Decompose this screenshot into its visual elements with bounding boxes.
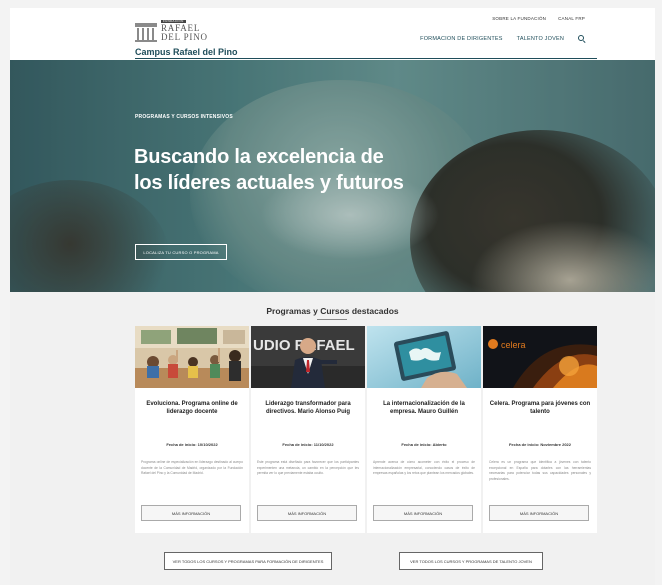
card-date: Fecha de inicio: Abierto — [401, 442, 447, 447]
card-title[interactable]: Evoluciona. Programa online de liderazgo… — [141, 400, 243, 416]
all-executive-programs-button[interactable]: VER TODOS LOS CURSOS Y PROGRAMAS PARA FO… — [164, 552, 332, 570]
logo-wordmark: FUNDACIÓN RAFAEL DEL PINO — [161, 20, 208, 42]
find-course-button[interactable]: LOCALIZA TU CURSO O PROGRAMA — [135, 244, 227, 260]
more-info-button[interactable]: MÁS INFORMACIÓN — [373, 505, 473, 521]
page: FUNDACIÓN RAFAEL DEL PINO Campus Rafael … — [10, 8, 655, 585]
header-divider — [135, 58, 597, 59]
hero-kicker: PROGRAMAS Y CURSOS INTENSIVOS — [135, 114, 233, 120]
program-card[interactable]: Evoluciona. Programa online de liderazgo… — [135, 326, 249, 533]
card-image-overlay-text: celera — [501, 340, 526, 350]
program-card[interactable]: UDIO RAFAEL Liderazgo transformador para… — [251, 326, 365, 533]
card-description: Aprende acerca de cómo acometer con éxit… — [373, 460, 475, 475]
all-young-talent-programs-button[interactable]: VER TODOS LOS CURSOS Y PROGRAMAS DE TALE… — [399, 552, 543, 570]
hero-title-line-2: los líderes actuales y futuros — [134, 172, 404, 194]
card-title[interactable]: Liderazgo transformador para directivos.… — [257, 400, 359, 416]
card-title[interactable]: Celera. Programa para jóvenes con talent… — [489, 400, 591, 416]
card-description: Celera es un programa que identifica a j… — [489, 460, 591, 481]
nav-sobre-la-fundacion[interactable]: SOBRE LA FUNDACIÓN — [492, 16, 546, 21]
site-logo[interactable]: FUNDACIÓN RAFAEL DEL PINO — [135, 15, 235, 47]
featured-divider — [317, 319, 347, 320]
featured-title: Programas y Cursos destacados — [266, 306, 399, 316]
program-card[interactable]: celera Celera. Programa para jóvenes con… — [483, 326, 597, 533]
nav-canal-frp[interactable]: CANAL FRP — [558, 16, 585, 21]
hero-title-line-1: Buscando la excelencia de — [134, 146, 384, 168]
card-title[interactable]: La internacionalización de la empresa. M… — [373, 400, 475, 416]
nav-formacion-de-dirigentes[interactable]: FORMACION DE DIRIGENTES — [420, 36, 503, 42]
more-info-button[interactable]: MÁS INFORMACIÓN — [489, 505, 589, 521]
card-date: Fecha de inicio: 10/10/2022 — [166, 442, 218, 447]
site-header: FUNDACIÓN RAFAEL DEL PINO Campus Rafael … — [10, 8, 655, 60]
featured-section: Programas y Cursos destacados Evoluciona… — [10, 292, 655, 585]
search-icon[interactable] — [578, 35, 585, 42]
more-info-button[interactable]: MÁS INFORMACIÓN — [257, 505, 357, 521]
card-image-world-map[interactable] — [367, 326, 481, 388]
hero-title: Buscando la excelencia de los líderes ac… — [134, 144, 434, 196]
card-image-speaker[interactable]: UDIO RAFAEL — [251, 326, 365, 388]
top-nav: SOBRE LA FUNDACIÓN CANAL FRP — [492, 16, 585, 21]
main-nav: FORMACION DE DIRIGENTES TALENTO JOVEN — [420, 35, 585, 42]
more-info-button[interactable]: MÁS INFORMACIÓN — [141, 505, 241, 521]
card-description: Programa online de especialización en li… — [141, 460, 243, 475]
card-date: Fecha de inicio: 11/10/2022 — [282, 442, 334, 447]
card-image-celera[interactable]: celera — [483, 326, 597, 388]
card-image-classroom[interactable] — [135, 326, 249, 388]
campus-title[interactable]: Campus Rafael del Pino — [135, 47, 238, 57]
card-description: Este programa está diseñado para favorec… — [257, 460, 359, 475]
program-card[interactable]: La internacionalización de la empresa. M… — [367, 326, 481, 533]
program-cards: Evoluciona. Programa online de liderazgo… — [135, 326, 598, 533]
nav-talento-joven[interactable]: TALENTO JOVEN — [517, 36, 564, 42]
logo-line-2: DEL PINO — [161, 32, 208, 42]
hero-banner: PROGRAMAS Y CURSOS INTENSIVOS Buscando l… — [10, 60, 655, 292]
card-date: Fecha de inicio: Noviembre 2022 — [508, 442, 572, 447]
building-columns-icon — [135, 20, 157, 42]
